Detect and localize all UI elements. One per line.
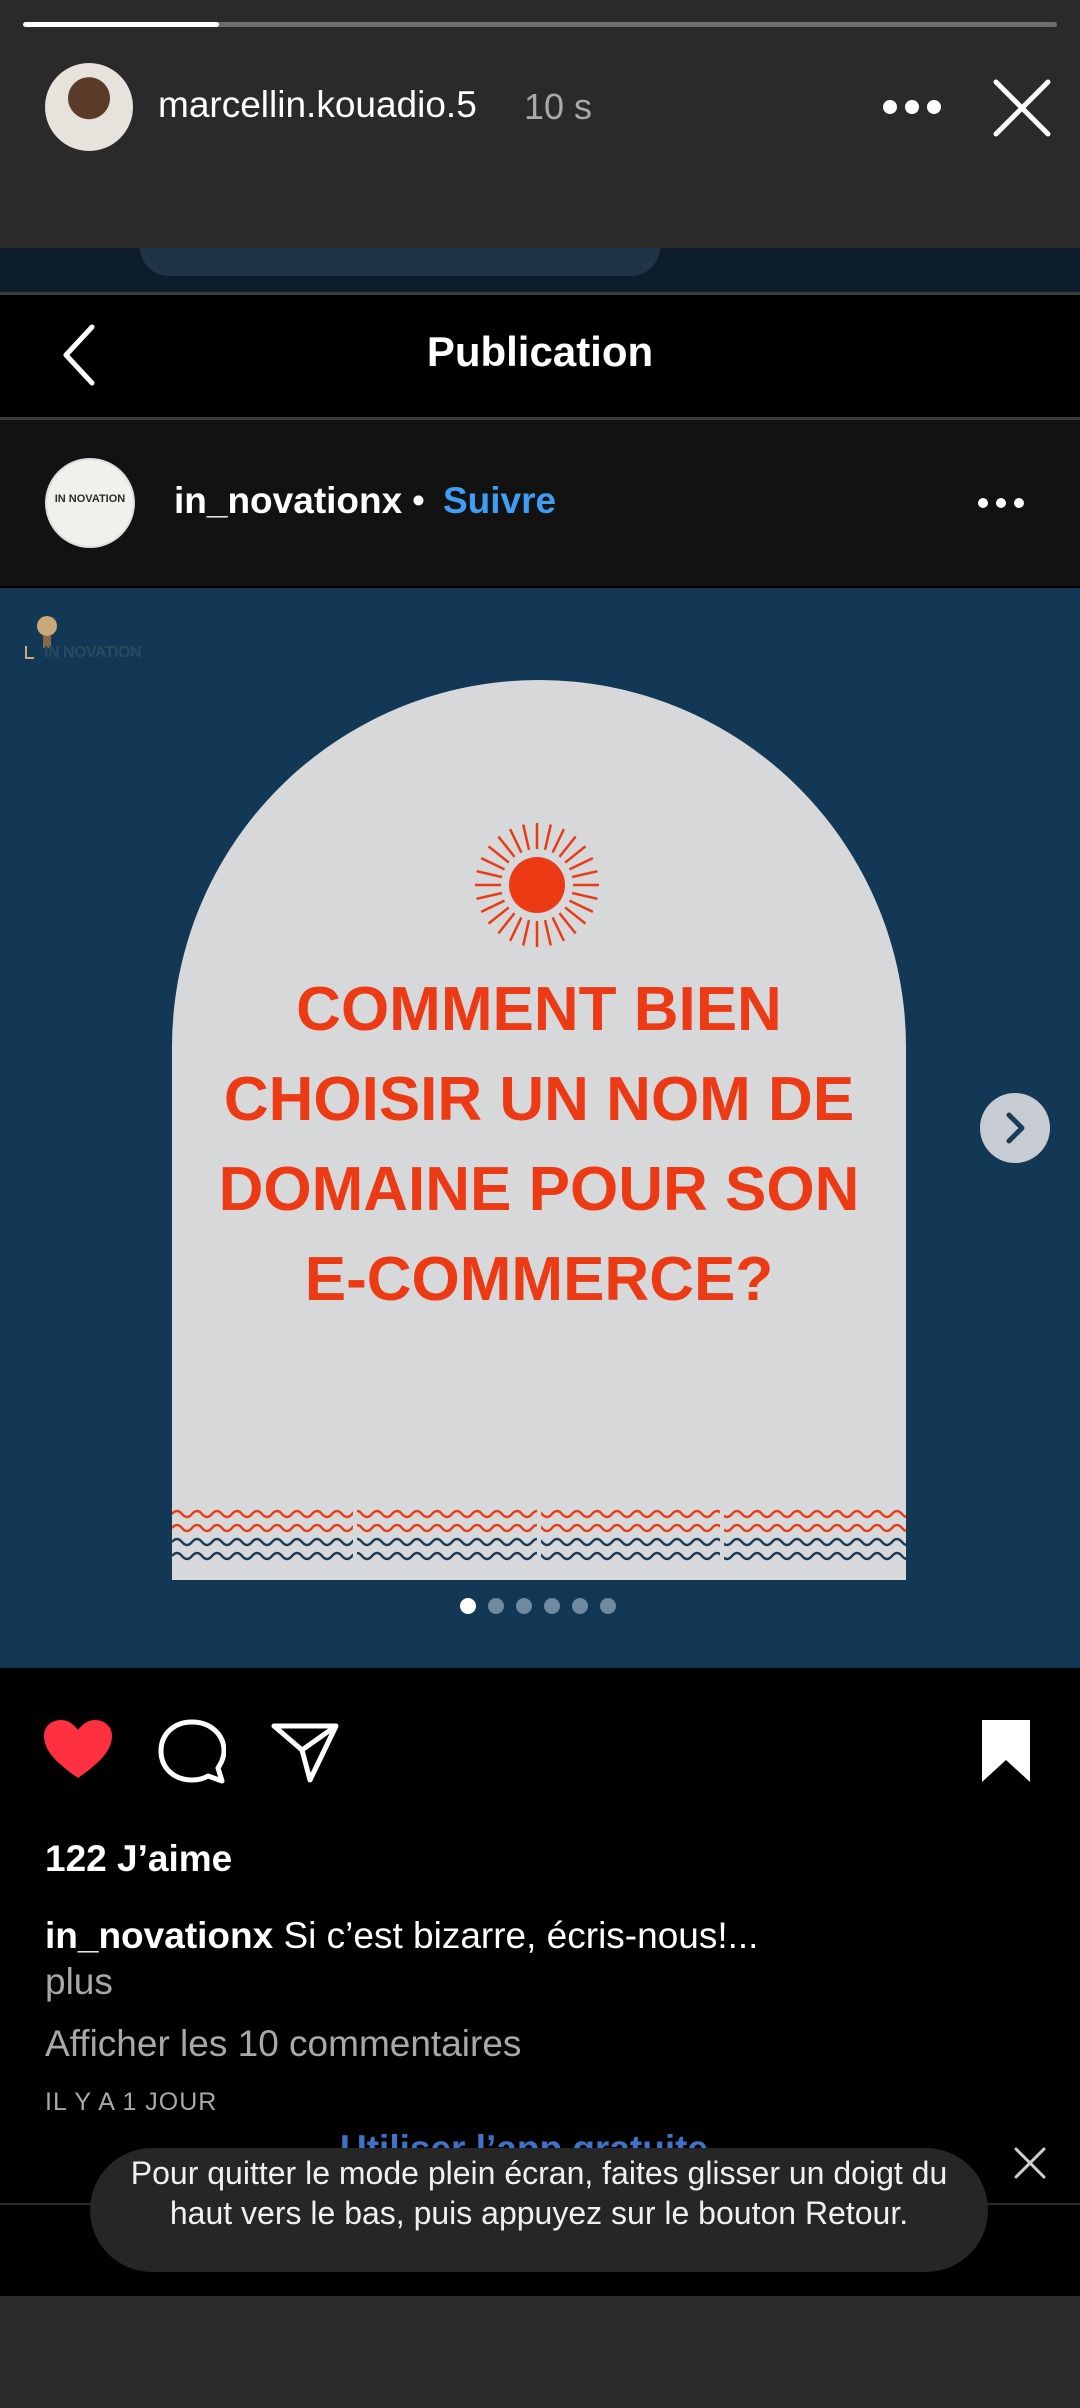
partial-pill bbox=[140, 248, 660, 276]
post-image[interactable]: IN NOVATION COMMENT BIEN CHOISIR UN NOM … bbox=[0, 588, 1080, 1668]
close-icon[interactable] bbox=[1013, 2146, 1047, 2180]
next-arrow-icon bbox=[1006, 1112, 1025, 1144]
post-headline: COMMENT BIEN CHOISIR UN NOM DE DOMAINE P… bbox=[218, 975, 860, 1314]
post-date: IL Y A 1 JOUR bbox=[45, 2088, 218, 2116]
page-title: Publication bbox=[426, 328, 654, 375]
carousel-dots bbox=[460, 1598, 620, 1618]
heart-icon[interactable] bbox=[42, 1718, 114, 1782]
story-avatar[interactable] bbox=[45, 63, 133, 151]
caption-username[interactable]: in_novationx bbox=[45, 1915, 273, 1956]
story-progress-bar bbox=[23, 22, 1057, 27]
brand-logo bbox=[20, 606, 150, 676]
toast-message: Pour quitter le mode plein écran, faites… bbox=[130, 2155, 948, 2231]
caption-more-link[interactable]: plus bbox=[45, 1961, 113, 2003]
post-caption: in_novationx Si c’est bizarre, écris-nou… bbox=[45, 1911, 1045, 1961]
post-avatar[interactable]: IN NOVATION bbox=[45, 458, 135, 548]
post-username[interactable]: in_novationx bbox=[174, 480, 402, 522]
shared-post-screenshot[interactable]: Publication IN NOVATION in_novationx • S… bbox=[0, 248, 1080, 2296]
share-icon[interactable] bbox=[270, 1720, 340, 1784]
more-icon[interactable] bbox=[976, 496, 1026, 510]
carousel-dot bbox=[488, 1598, 504, 1614]
next-slide-button[interactable] bbox=[980, 1093, 1050, 1163]
follow-button[interactable]: Suivre bbox=[443, 480, 556, 522]
story-progress-fill bbox=[23, 22, 220, 27]
view-comments-link[interactable]: Afficher les 10 commentaires bbox=[45, 2023, 521, 2065]
carousel-dot bbox=[544, 1598, 560, 1614]
close-icon[interactable] bbox=[992, 78, 1052, 138]
carousel-dot bbox=[600, 1598, 616, 1614]
story-timestamp: 10 s bbox=[524, 86, 593, 127]
carousel-dot bbox=[460, 1598, 476, 1614]
carousel-dot bbox=[516, 1598, 532, 1614]
brand-logo-text: IN NOVATION bbox=[44, 644, 142, 661]
sun-icon bbox=[462, 810, 612, 960]
wave-decoration bbox=[172, 1500, 906, 1580]
separator-dot: • bbox=[412, 480, 425, 521]
arch-card: COMMENT BIEN CHOISIR UN NOM DE DOMAINE P… bbox=[172, 680, 906, 1580]
likes-count[interactable]: 122 J’aime bbox=[45, 1838, 232, 1880]
carousel-dot bbox=[572, 1598, 588, 1614]
comment-icon[interactable] bbox=[158, 1718, 227, 1786]
story-username[interactable]: marcellin.kouadio.5 bbox=[158, 84, 477, 126]
bookmark-icon[interactable] bbox=[980, 1718, 1032, 1784]
more-icon[interactable] bbox=[880, 88, 944, 126]
system-bottom-bar bbox=[0, 2296, 1080, 2408]
top-strip bbox=[0, 248, 1080, 293]
caption-text: Si c’est bizarre, écris-nous!... bbox=[273, 1915, 759, 1956]
avatar-logo-text: IN NOVATION bbox=[54, 493, 126, 505]
